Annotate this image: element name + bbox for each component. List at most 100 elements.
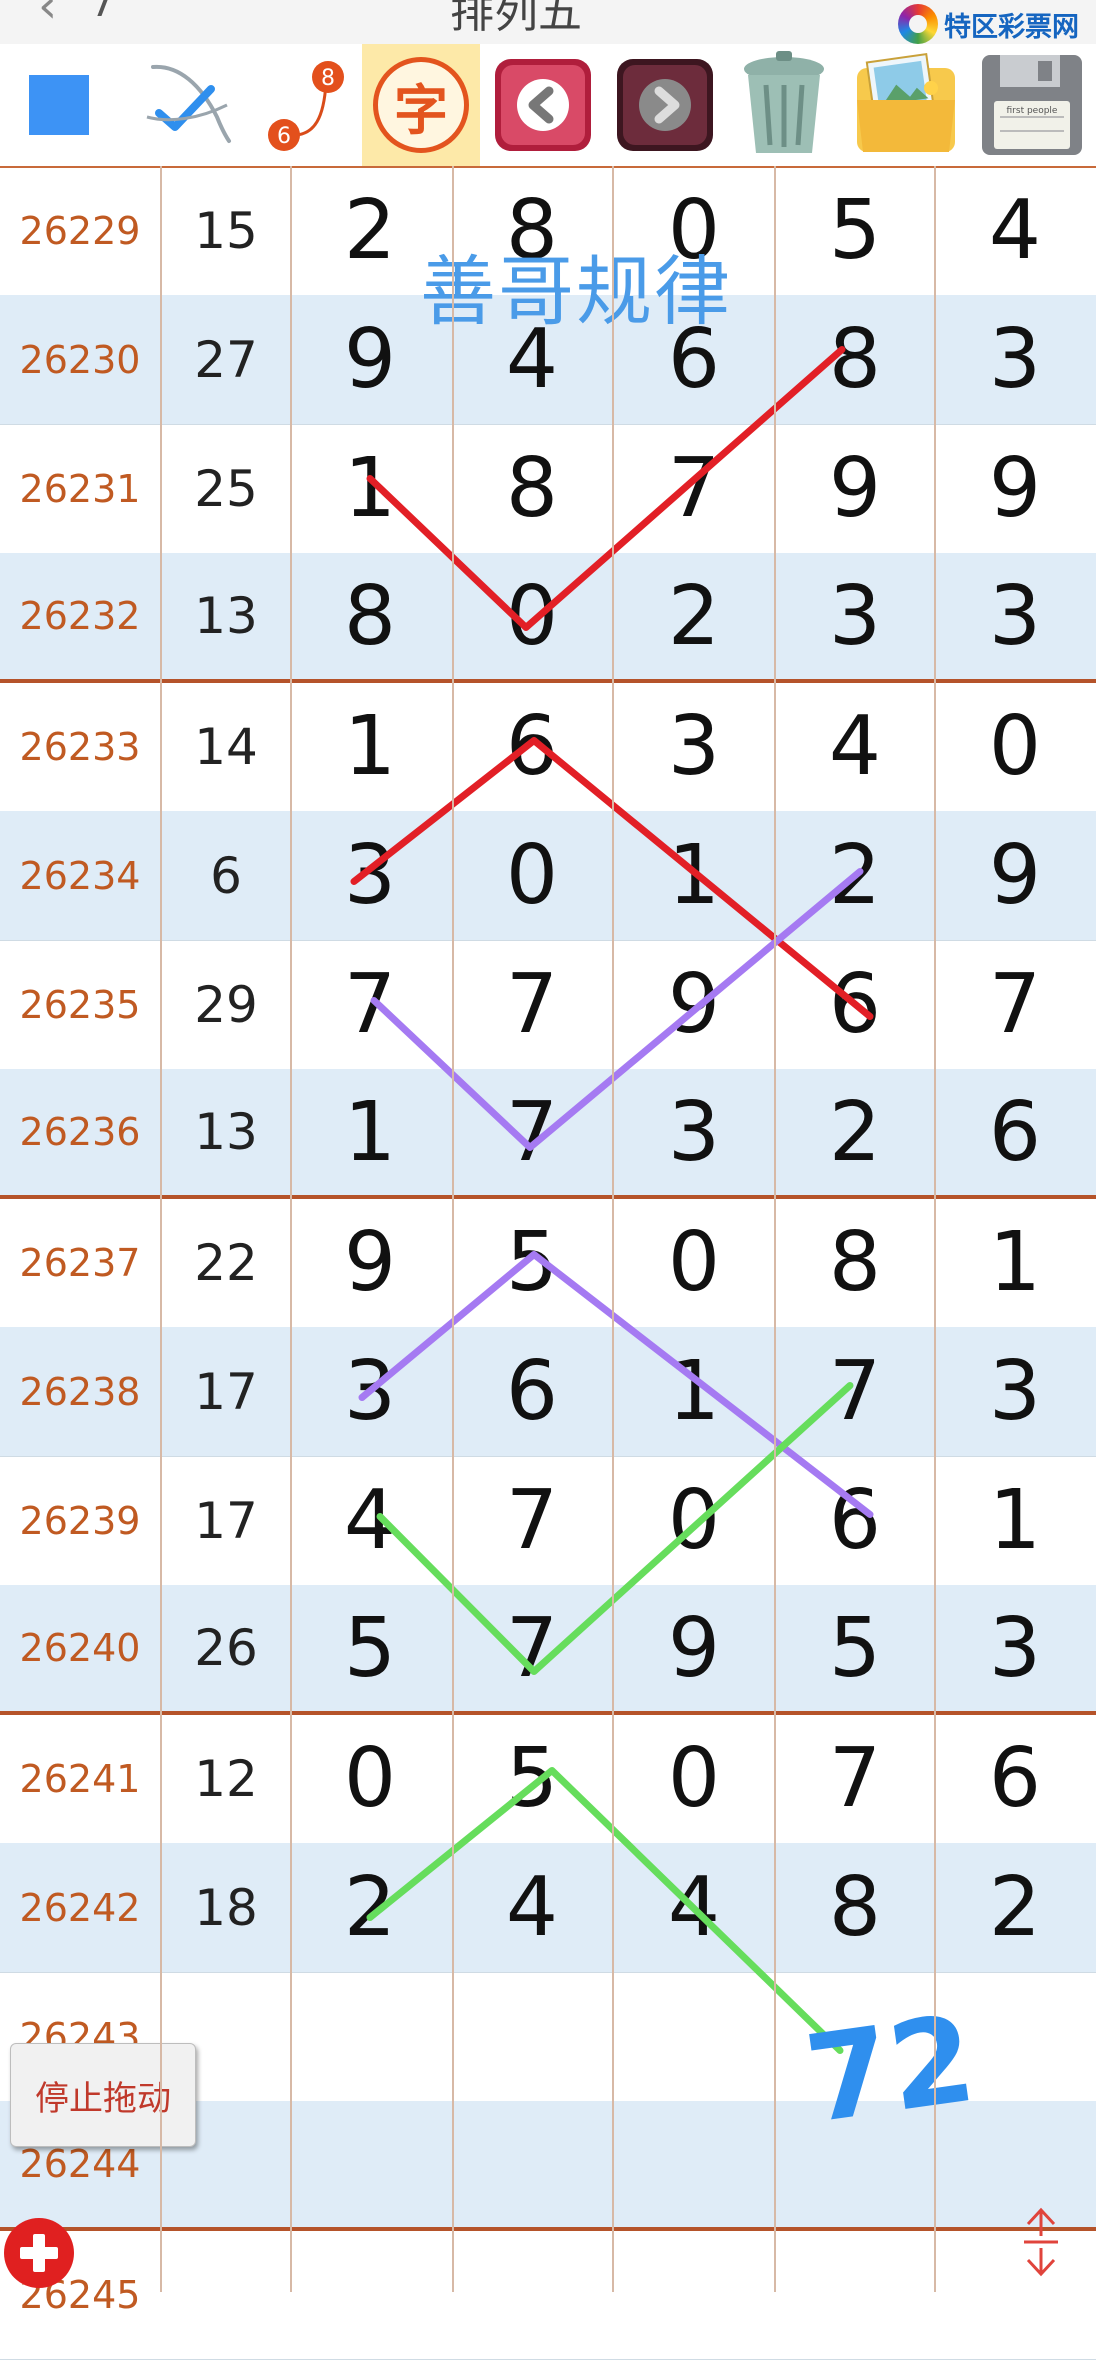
digit-cell[interactable]: 0	[452, 553, 612, 679]
digit-cell[interactable]: 7	[775, 1714, 935, 1843]
digit-cell[interactable]: 1	[935, 1198, 1095, 1327]
watermark-text: 善哥规律	[420, 247, 732, 336]
digit-cell[interactable]: 5	[452, 1198, 612, 1327]
digit-cell[interactable]: 6	[935, 1714, 1095, 1843]
digit-cell[interactable]: 7	[935, 940, 1095, 1069]
digit-cell[interactable]: 4	[613, 1843, 775, 1972]
digit-cell[interactable]: 3	[935, 553, 1095, 679]
stop-drag-button[interactable]: 停止拖动	[10, 2043, 196, 2147]
digit-cell[interactable]: 7	[775, 1327, 935, 1456]
digit-cell[interactable]: 8	[775, 295, 935, 424]
digit-cell[interactable]: 1	[290, 424, 450, 553]
digit-cell[interactable]	[935, 1972, 1095, 2101]
digit-cell[interactable]: 0	[613, 1714, 775, 1843]
digit-cell[interactable]: 1	[613, 811, 775, 940]
marker-bottom-number: 6	[277, 124, 291, 149]
digit-cell[interactable]	[452, 1972, 612, 2101]
digit-cell[interactable]: 4	[452, 1843, 612, 1972]
digit-cell[interactable]: 0	[452, 811, 612, 940]
digit-cell[interactable]: 5	[775, 166, 935, 295]
digit-cell[interactable]: 2	[290, 1843, 450, 1972]
digit-cell[interactable]: 9	[290, 1198, 450, 1327]
digit-cell[interactable]	[775, 2101, 935, 2227]
arrow-right-icon	[617, 59, 713, 151]
digit-cell[interactable]	[613, 2101, 775, 2227]
digit-cell[interactable]: 4	[775, 682, 935, 811]
digit-cell[interactable]: 0	[613, 1456, 775, 1585]
scroll-arrows-icon[interactable]	[1016, 2202, 1066, 2282]
digit-cell[interactable]	[775, 1972, 935, 2101]
digit-cell[interactable]	[290, 1972, 450, 2101]
digit-cell[interactable]: 1	[290, 682, 450, 811]
digit-cell[interactable]: 8	[452, 424, 612, 553]
digit-cell[interactable]	[775, 2230, 935, 2359]
digit-cell[interactable]: 7	[452, 1069, 612, 1195]
digit-cell[interactable]: 5	[775, 1585, 935, 1711]
digit-cell[interactable]	[613, 1972, 775, 2101]
digit-cell[interactable]: 3	[775, 553, 935, 679]
digit-cell[interactable]: 6	[775, 940, 935, 1069]
digit-cell[interactable]: 9	[613, 940, 775, 1069]
save-button[interactable]: first people	[972, 44, 1092, 166]
text-tool[interactable]: 字	[362, 44, 480, 166]
digit-cell[interactable]: 7	[290, 940, 450, 1069]
digit-cell[interactable]: 0	[290, 1714, 450, 1843]
digit-cell[interactable]: 9	[935, 424, 1095, 553]
digit-cell[interactable]: 3	[935, 1585, 1095, 1711]
plus-icon	[20, 2234, 58, 2272]
digit-cell[interactable]: 8	[775, 1198, 935, 1327]
digit-cell[interactable]: 3	[935, 295, 1095, 424]
digit-cell[interactable]: 6	[452, 1327, 612, 1456]
digit-cell[interactable]: 1	[935, 1456, 1095, 1585]
add-button[interactable]	[4, 2218, 74, 2288]
digit-cell[interactable]: 4	[290, 1456, 450, 1585]
number-marker-tool[interactable]: 8 6	[254, 44, 354, 166]
digit-cell[interactable]: 9	[613, 1585, 775, 1711]
sum-value: 26	[194, 1619, 258, 1677]
back-icon[interactable]: ‹	[38, 0, 57, 34]
digit-cell[interactable]: 6	[452, 682, 612, 811]
digit-cell[interactable]: 6	[775, 1456, 935, 1585]
digit-cell[interactable]: 7	[452, 940, 612, 1069]
digit-cell[interactable]: 5	[452, 1714, 612, 1843]
digit-cell[interactable]	[452, 2101, 612, 2227]
digit-cell[interactable]: 7	[452, 1585, 612, 1711]
redo-button[interactable]	[610, 44, 720, 166]
digit-cell[interactable]: 9	[935, 811, 1095, 940]
trash-button[interactable]	[728, 44, 840, 166]
digit-cell[interactable]: 4	[935, 166, 1095, 295]
digit-cell[interactable]: 2	[613, 553, 775, 679]
digit-cell[interactable]: 5	[290, 1585, 450, 1711]
digit-cell[interactable]: 0	[935, 682, 1095, 811]
digit-cell[interactable]: 8	[775, 1843, 935, 1972]
digit-cell[interactable]: 6	[935, 1069, 1095, 1195]
digit-cell[interactable]: 3	[290, 811, 450, 940]
digit-cell[interactable]: 2	[775, 1069, 935, 1195]
digit-cell[interactable]	[935, 2230, 1095, 2359]
digit-cell[interactable]	[613, 2230, 775, 2359]
digit-cell[interactable]: 3	[613, 682, 775, 811]
digit-cell[interactable]	[290, 2101, 450, 2227]
pen-tool[interactable]	[134, 44, 244, 166]
digit-cell[interactable]: 1	[290, 1069, 450, 1195]
digit-cell[interactable]: 7	[613, 424, 775, 553]
digit-cell[interactable]: 3	[613, 1069, 775, 1195]
digit-cell[interactable]	[290, 2230, 450, 2359]
digit-cell[interactable]: 2	[935, 1843, 1095, 1972]
digit-cell[interactable]: 2	[775, 811, 935, 940]
digit-cell[interactable]: 3	[290, 1327, 450, 1456]
digit-cell[interactable]: 9	[775, 424, 935, 553]
undo-button[interactable]	[488, 44, 598, 166]
digit-cell[interactable]: 1	[613, 1327, 775, 1456]
digit-cell[interactable]	[935, 2101, 1095, 2227]
digit-cell[interactable]: 7	[452, 1456, 612, 1585]
digit-cell[interactable]: 3	[935, 1327, 1095, 1456]
image-button[interactable]	[846, 44, 966, 166]
photo-folder-icon	[857, 53, 955, 152]
digit-cell[interactable]: 8	[290, 553, 450, 679]
color-square-tool[interactable]	[14, 44, 104, 166]
digit-cell[interactable]	[452, 2230, 612, 2359]
digit-cell[interactable]: 0	[613, 1198, 775, 1327]
page-title: 排列五	[450, 0, 582, 38]
pen-check-icon	[146, 64, 231, 143]
